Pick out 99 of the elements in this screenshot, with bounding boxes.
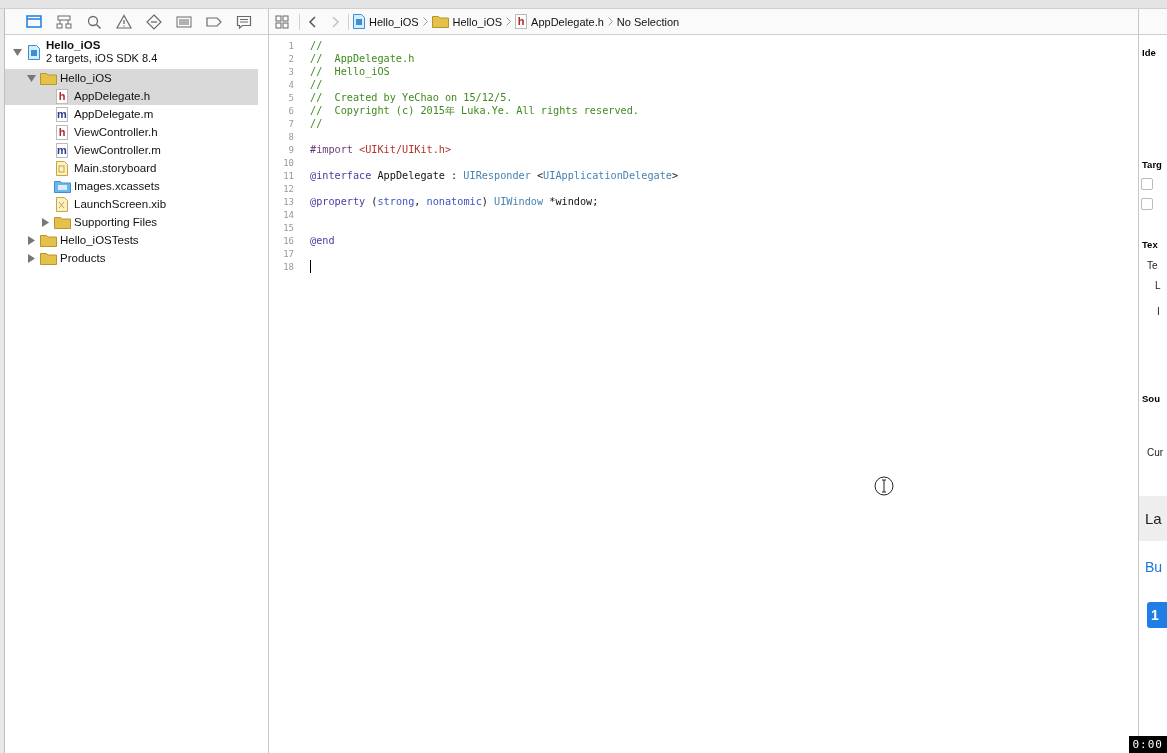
line-number: 17 (282, 248, 294, 259)
disclosure-triangle[interactable] (13, 47, 25, 57)
file-name: AppDelegate.m (74, 108, 154, 120)
line-number: 13 (282, 196, 294, 207)
field-label: I (1156, 306, 1161, 317)
code-line: // AppDelegate.h (310, 53, 415, 64)
code-line: @property (strong, nonatomic) UIWindow *window; (310, 196, 599, 207)
line-number: 1 (287, 40, 294, 51)
disclosure-triangle[interactable] (27, 73, 39, 83)
code-line: // Copyright (c) 2015年 Luka.Ye. All rights reserved. (310, 103, 639, 118)
document-icon (56, 160, 68, 176)
field-label: Te (1146, 260, 1159, 271)
image-folder-icon (53, 179, 71, 193)
line-number: 10 (282, 157, 294, 168)
folder-icon (39, 71, 57, 85)
line-number: 9 (287, 144, 294, 155)
file-tree-row[interactable]: Hello_iOSTests (5, 231, 258, 249)
chevron-icon (506, 17, 512, 26)
line-number: 18 (282, 261, 294, 272)
code-line: // (310, 40, 323, 51)
file-tree-row[interactable]: Products (5, 249, 258, 267)
grid-icon[interactable] (275, 14, 289, 29)
warning-icon[interactable] (115, 12, 133, 31)
section-heading: Tex (1141, 239, 1159, 250)
code-line: @interface AppDelegate : UIResponder <UIApplicationDelegate> (310, 170, 679, 181)
file-icon: h (56, 124, 68, 140)
code-line: // (310, 118, 323, 129)
file-name: Hello_iOSTests (60, 234, 139, 246)
file-name: Main.storyboard (74, 162, 157, 174)
diamond-icon[interactable] (145, 12, 163, 31)
breadcrumb[interactable]: Hello_iOS (431, 15, 503, 28)
line-number: 12 (282, 183, 294, 194)
line-number: 16 (282, 235, 294, 246)
section-heading: Ide (1141, 47, 1157, 58)
field-label: Cur (1146, 447, 1165, 458)
file-tree-row[interactable]: m ViewController.m (5, 141, 258, 159)
file-name: Supporting Files (74, 216, 158, 228)
code-line: // (310, 79, 323, 90)
breadcrumb[interactable]: No Selection (616, 15, 680, 28)
file-icon: m (56, 142, 68, 158)
file-icon: h (515, 14, 528, 29)
file-tree-row[interactable]: h ViewController.h (5, 123, 258, 141)
document-icon (353, 14, 365, 29)
file-name: Hello_iOS (60, 72, 112, 84)
file-tree-row[interactable]: Images.xcassets (5, 177, 258, 195)
document-icon (56, 196, 68, 212)
document-icon (28, 44, 40, 60)
line-number: 6 (287, 105, 294, 116)
line-number: 5 (287, 92, 294, 103)
section-heading: Targ (1141, 159, 1163, 170)
file-name: AppDelegate.h (74, 90, 151, 102)
checkbox[interactable] (1141, 198, 1153, 210)
folder-icon (39, 233, 57, 247)
line-number: 8 (287, 131, 294, 142)
line-number: 3 (287, 66, 294, 77)
code-line: // Hello_iOS (310, 66, 390, 77)
number-button[interactable]: 1 (1147, 602, 1167, 628)
back-icon[interactable] (308, 15, 316, 28)
field-label: L (1154, 280, 1162, 291)
project-subtitle: 2 targets, iOS SDK 8.4 (46, 52, 158, 65)
file-name: LaunchScreen.xib (74, 198, 167, 210)
checkbox[interactable] (1141, 178, 1153, 190)
code-line: #import <UIKit/UIKit.h> (310, 144, 452, 155)
line-number: 2 (287, 53, 294, 64)
file-icon: h (56, 88, 68, 104)
file-name: ViewController.m (74, 144, 161, 156)
chevron-icon (422, 17, 428, 26)
file-tree-row[interactable]: Main.storyboard (5, 159, 258, 177)
line-number: 11 (282, 170, 294, 181)
link[interactable]: Bu (1139, 559, 1167, 575)
file-tree-row[interactable]: Supporting Files (5, 213, 258, 231)
line-number: 14 (282, 209, 294, 220)
breadcrumb[interactable]: Hello_iOS (353, 14, 419, 29)
folder-icon (431, 15, 449, 28)
code-line: @end (310, 235, 335, 246)
breadcrumb[interactable]: h AppDelegate.h (515, 14, 604, 29)
text-cursor-icon (874, 476, 894, 496)
section-heading: Sou (1141, 393, 1161, 404)
file-tree-row[interactable]: Hello_iOS (5, 69, 258, 87)
file-name: Images.xcassets (74, 180, 160, 192)
file-tree-row[interactable]: Hello_iOS 2 targets, iOS SDK 8.4 (5, 39, 258, 65)
file-name: ViewController.h (74, 126, 158, 138)
file-tree-row[interactable]: h AppDelegate.h (5, 87, 258, 105)
project-name: Hello_iOS (46, 39, 102, 52)
file-tree-row[interactable]: LaunchScreen.xib (5, 195, 258, 213)
file-tree-row[interactable]: m AppDelegate.m (5, 105, 258, 123)
chevron-icon (607, 17, 613, 26)
line-number: 7 (287, 118, 294, 129)
file-icon: m (56, 106, 68, 122)
folder-icon (39, 251, 57, 265)
folder-icon (53, 215, 71, 229)
recording-timer: 0:00 (1128, 736, 1167, 753)
library-item[interactable]: La (1139, 496, 1167, 541)
file-name: Products (60, 252, 106, 264)
hierarchy-icon[interactable] (55, 12, 73, 31)
folder-icon[interactable] (25, 12, 43, 31)
line-number: 15 (282, 222, 294, 233)
code-line: // Created by YeChao on 15/12/5. (310, 92, 513, 103)
line-number: 4 (287, 79, 294, 90)
